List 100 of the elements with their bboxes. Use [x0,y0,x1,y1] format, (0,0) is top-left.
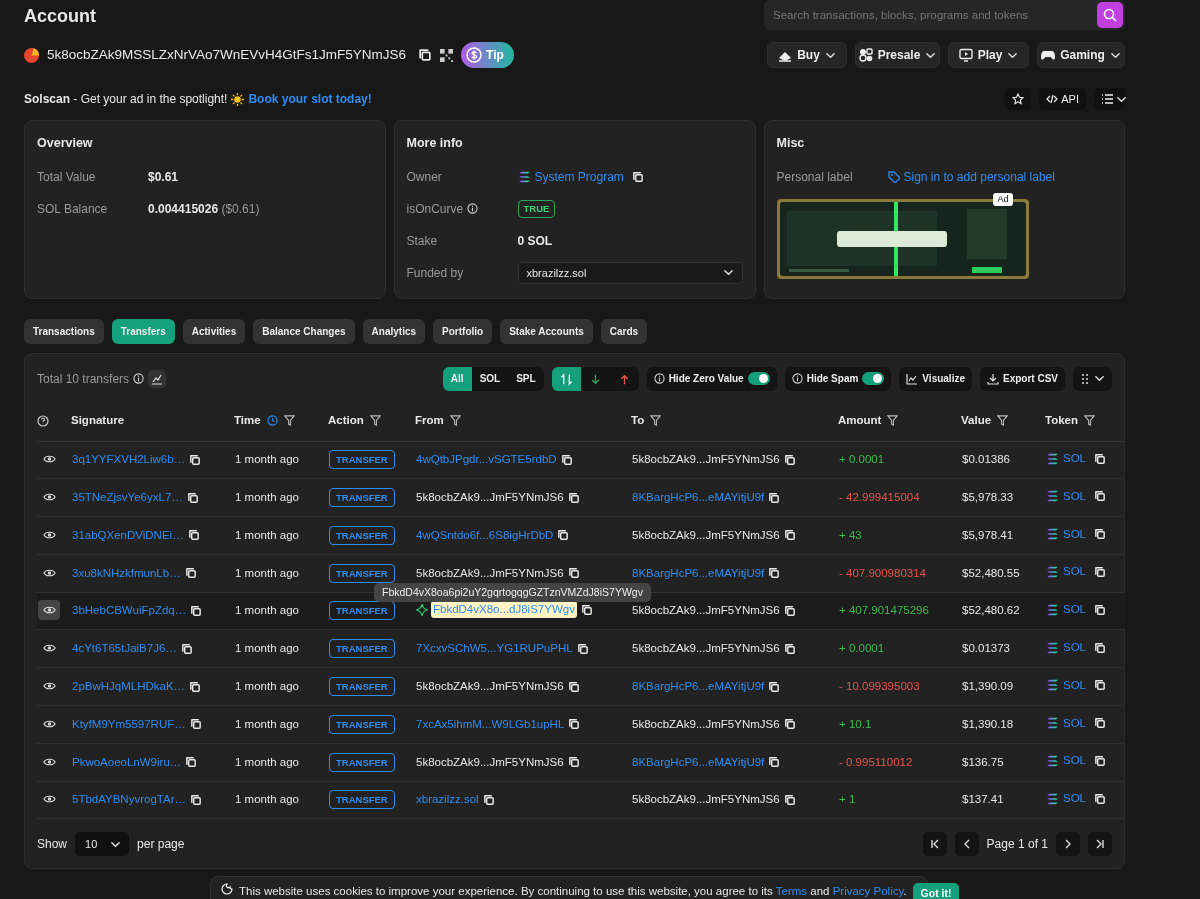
copy-icon[interactable] [580,603,593,616]
copy-icon[interactable] [783,529,796,542]
token-link[interactable]: SOL [1063,790,1086,808]
signature-link[interactable]: 5TbdAYBNyvrogTAr… [72,791,186,809]
copy-icon[interactable] [1094,528,1106,541]
copy-icon[interactable] [189,718,202,731]
filter-icon[interactable] [369,415,381,427]
filter-icon[interactable] [283,415,295,427]
filter-button[interactable]: SOL [471,366,509,391]
copy-icon[interactable] [557,529,570,542]
signature-link[interactable]: 3xu8kNHzkfmunLb… [72,564,181,582]
menu-button[interactable]: Buy [767,42,847,68]
copy-icon[interactable] [783,718,796,731]
address-link[interactable]: 8KBargHcP6...eMAYitjU9f [632,678,765,696]
signature-link[interactable]: 31abQXenDViDNEi… [72,526,184,545]
copy-icon[interactable] [783,642,796,655]
copy-icon[interactable] [783,453,796,466]
tab[interactable]: Balance Changes [253,319,355,344]
signature-link[interactable]: 3q1YYFXVH2Liw6b… [72,451,186,469]
address-link[interactable]: 7XcxvSChW5...YG1RUPuPHL [416,640,573,658]
copy-icon[interactable] [1094,452,1106,465]
filter-button[interactable]: SPL [508,366,544,391]
favorite-button[interactable] [1005,88,1032,110]
copy-icon[interactable] [482,794,495,807]
address-link[interactable]: 4wQSntdo6f...6S8igHrDbD [416,526,554,545]
copy-icon[interactable] [186,491,199,504]
copy-icon[interactable] [768,756,781,769]
tip-button[interactable]: Tip [461,42,514,68]
api-button[interactable]: API [1039,88,1086,110]
token-link[interactable]: SOL [1063,714,1086,732]
copy-icon[interactable] [631,170,644,183]
address-link[interactable]: 7xcAx5ihmM...W9LGb1upHL [416,715,565,734]
signature-link[interactable]: 2pBwHJqMLHDkaK… [72,678,186,696]
address-link[interactable]: 8KBargHcP6...eMAYitjU9f [632,564,765,582]
copy-icon[interactable] [567,491,580,504]
personal-label-link[interactable]: Sign in to add personal label [887,167,1055,186]
copy-icon[interactable] [768,567,781,580]
terms-link[interactable]: Terms [775,885,808,897]
next-page-button[interactable] [1056,832,1080,857]
copy-icon[interactable] [567,680,580,693]
copy-icon[interactable] [1094,792,1106,805]
switch[interactable] [862,372,885,385]
owner-link[interactable]: System Program [534,167,624,186]
qr-code-icon[interactable] [440,48,454,62]
copy-icon[interactable] [190,605,203,618]
toggle-button[interactable]: Hide Zero Value [646,366,777,391]
copy-icon[interactable] [1094,679,1106,692]
tab[interactable]: Transactions [24,319,104,344]
copy-icon[interactable] [783,794,796,807]
copy-icon[interactable] [1094,603,1106,616]
copy-icon[interactable] [783,605,796,618]
token-link[interactable]: SOL [1063,752,1086,770]
copy-icon[interactable] [1094,717,1106,730]
chart-button[interactable] [148,369,167,388]
menu-button[interactable]: Gaming [1037,42,1125,68]
address-link[interactable]: xbrazilzz.sol [416,791,479,809]
copy-icon[interactable] [1094,754,1106,767]
view-button[interactable] [38,600,60,621]
token-link[interactable]: SOL [1063,525,1086,543]
copy-icon[interactable] [185,756,198,769]
copy-icon[interactable] [187,529,200,542]
first-page-button[interactable] [922,832,947,857]
copy-icon[interactable] [1094,641,1106,654]
previous-page-button[interactable] [954,832,979,857]
signature-link[interactable]: 4cYt6T65tJaiB7J6… [72,640,177,658]
action-button[interactable]: Export CSV [980,366,1065,391]
filter-icon[interactable] [1084,415,1095,427]
signature-link[interactable]: 35TNeZjsvYe6yxL7… [72,489,183,507]
filter-icon[interactable] [449,415,461,427]
search-button[interactable] [1097,2,1123,28]
view-menu-button[interactable] [1094,88,1125,110]
copy-icon[interactable] [567,756,580,769]
copy-icon[interactable] [768,680,781,693]
search-field[interactable]: Search transactions, blocks, programs and tokens [764,0,1125,30]
filter-icon[interactable] [997,415,1009,427]
tab[interactable]: Cards [600,319,648,344]
copy-icon[interactable] [768,491,781,504]
copy-icon[interactable] [1094,565,1106,578]
copy-icon[interactable] [189,794,202,807]
signature-link[interactable]: KtyfM9Ym5597RUF… [72,715,186,734]
address-link[interactable]: 8KBargHcP6...eMAYitjU9f [632,489,765,507]
address-link[interactable]: 8KBargHcP6...eMAYitjU9f [632,753,765,771]
token-link[interactable]: SOL [1063,638,1086,657]
tab[interactable]: Activities [182,319,246,344]
filter-icon[interactable] [650,415,662,427]
copy-icon[interactable] [576,642,589,655]
direction-button[interactable] [551,366,581,391]
tab[interactable]: Analytics [362,319,426,344]
copy-icon[interactable] [567,567,580,580]
promo-link[interactable]: Book your slot today! [248,90,372,108]
token-link[interactable]: SOL [1063,601,1086,619]
signature-link[interactable]: PkwoAoeoLnW9iru… [72,753,182,771]
copy-icon[interactable] [180,642,193,655]
tab[interactable]: Portfolio [433,319,493,344]
switch[interactable] [747,372,770,385]
copy-icon[interactable] [418,48,433,62]
copy-icon[interactable] [184,567,197,580]
copy-icon[interactable] [189,453,202,466]
accept-button[interactable]: Got it! [912,883,960,899]
more-button[interactable] [1073,366,1112,391]
